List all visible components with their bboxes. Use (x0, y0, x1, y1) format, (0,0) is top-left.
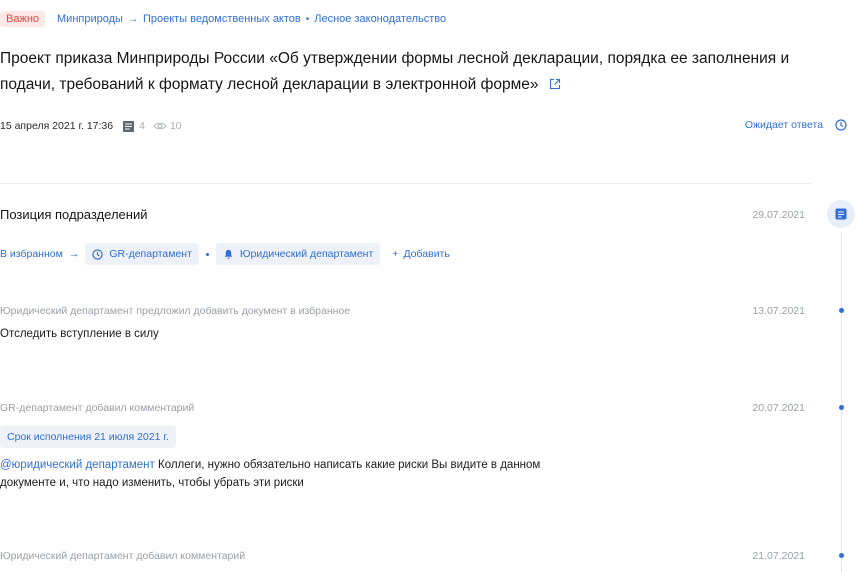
breadcrumb-item-ministry[interactable]: Минприроды (57, 13, 123, 25)
chip-separator (205, 252, 209, 256)
comments-toggle-button[interactable] (827, 200, 855, 228)
breadcrumb-bullet: • (305, 13, 310, 25)
breadcrumb-item-projects[interactable]: Проекты ведомственных актов (143, 13, 301, 25)
status-label: Ожидает ответа (744, 119, 823, 131)
timeline-dot (839, 405, 844, 410)
breadcrumb-arrow: → (127, 13, 138, 25)
department-chip-gr[interactable]: GR-департамент (85, 243, 199, 265)
favorites-arrow: → (68, 248, 80, 260)
comments-count: 4 (139, 120, 145, 132)
clock-icon (92, 248, 104, 260)
event-caption: Юридический департамент добавил коммента… (0, 550, 246, 562)
document-icon (123, 120, 135, 132)
positions-date: 29.07.2021 (752, 209, 805, 221)
department-chip-legal[interactable]: Юридический департамент (215, 243, 381, 265)
external-link-icon[interactable] (549, 78, 561, 90)
comment-text-line1: Коллеги, нужно обязательно написать каки… (154, 459, 541, 471)
section-divider (0, 183, 812, 184)
event-date: 21.07.2021 (752, 550, 805, 562)
page-title-line2: подачи, требований к формату лесной декл… (0, 76, 539, 93)
add-icon: + (392, 248, 399, 260)
deadline-badge: Срок исполнения 21 июля 2021 г. (0, 426, 176, 448)
timeline-dot (839, 308, 844, 313)
event-date: 20.07.2021 (752, 402, 805, 414)
breadcrumb: Важно Минприроды → Проекты ведомственных… (0, 10, 446, 28)
positions-title: Позиция подразделений (0, 207, 148, 222)
event-date: 13.07.2021 (752, 305, 805, 317)
event-caption: GR-департамент добавил комментарий (0, 402, 195, 414)
mention-link[interactable]: @юридический департамент (0, 459, 155, 471)
views-count: 10 (169, 120, 182, 132)
page-title-line1: Проект приказа Минприроды России «Об утв… (0, 50, 790, 67)
page-title: Проект приказа Минприроды России «Об утв… (0, 46, 857, 98)
document-datetime: 15 апреля 2021 г. 17:36 (0, 120, 114, 132)
favorites-row: В избранном → GR-департамент Юридический… (0, 243, 450, 265)
breadcrumb-item-forest-law[interactable]: Лесное законодательство (314, 13, 446, 25)
comment-text: @юридический департамент Коллеги, нужно … (0, 456, 540, 492)
timeline-dot (839, 553, 844, 558)
comment-text-line2: документе и, что надо изменить, чтобы уб… (0, 477, 304, 489)
clock-icon (835, 119, 847, 131)
important-badge[interactable]: Важно (0, 11, 46, 27)
page-title-line2-wrap: подачи, требований к формату лесной декл… (0, 72, 857, 98)
status-indicator[interactable]: Ожидает ответа (745, 119, 847, 131)
bell-icon (224, 249, 233, 259)
document-meta: 15 апреля 2021 г. 17:36 4 10 (0, 119, 182, 133)
favorites-link[interactable]: В избранном (0, 248, 63, 260)
department-chip-label: Юридический департамент (239, 248, 374, 260)
department-chip-label: GR-департамент (109, 248, 192, 260)
event-caption: Юридический департамент предложил добави… (0, 305, 351, 317)
timeline-line (841, 232, 842, 572)
comment-icon (835, 208, 847, 220)
add-department-button[interactable]: Добавить (403, 248, 449, 260)
event-text: Отследить вступление в силу (0, 328, 159, 340)
eye-icon (153, 122, 167, 130)
